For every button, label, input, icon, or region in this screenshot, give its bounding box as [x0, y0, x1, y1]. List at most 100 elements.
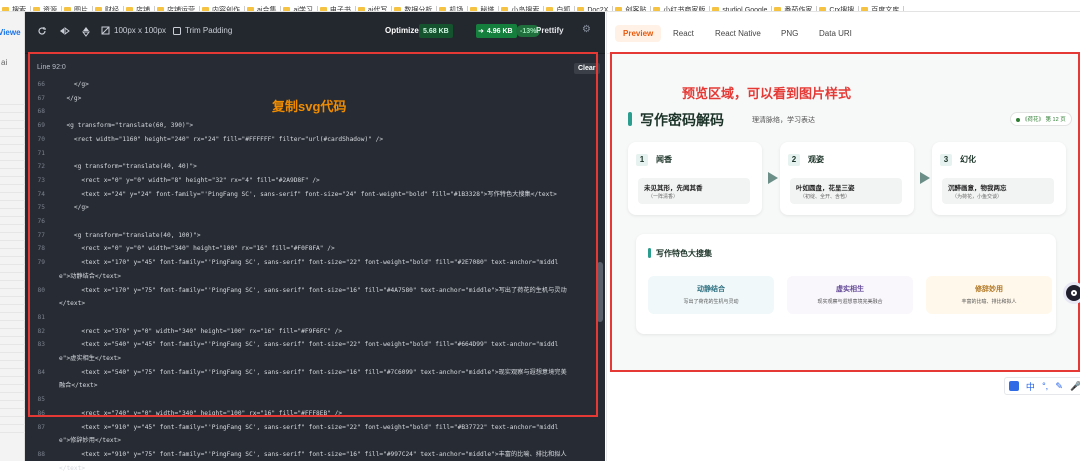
line-number: 73: [37, 176, 45, 184]
step-number: 1: [636, 154, 648, 166]
bookmark-label: 小红书商家版: [663, 7, 706, 12]
ime-button[interactable]: 🎤: [1070, 381, 1080, 392]
step-sub-text: （一阵清香）: [648, 194, 679, 200]
step-number: 2: [788, 154, 800, 166]
rotate-icon[interactable]: [37, 26, 47, 36]
bookmark-label: ai学习: [293, 7, 313, 12]
features-title: 写作特色大搜集: [656, 249, 712, 258]
line-number: 86: [37, 409, 45, 417]
code-line: 88 <text x="910" y="75" font-family="'Pi…: [25, 448, 595, 475]
output-tabs: Preview React React Native PNG Data URI: [607, 12, 1080, 54]
code-text: <rect x="0" y="0" width="8" height="32" …: [59, 176, 320, 184]
tab-preview[interactable]: Preview: [615, 25, 662, 42]
code-line: 66 </g>: [25, 78, 595, 92]
bookmark-item[interactable]: 小岛搜索: [499, 5, 545, 11]
bookmark-item[interactable]: 百度文库: [859, 5, 905, 12]
bookmark-item[interactable]: 资源: [31, 5, 62, 11]
step-title: 闻香: [656, 155, 672, 164]
bookmark-item[interactable]: 创客贴: [613, 5, 652, 11]
tab-png[interactable]: PNG: [773, 25, 806, 42]
code-line: 75 </g>: [25, 201, 595, 215]
bookmark-label: 秘塔: [480, 7, 495, 12]
step-main-text: 未见其形，先闻其香: [644, 185, 703, 192]
code-text: <text x="540" y="45" font-family="'PingF…: [59, 341, 559, 363]
bookmark-item[interactable]: ai代写: [356, 5, 393, 11]
step-title: 幻化: [960, 155, 976, 164]
size-control[interactable]: 100px x 100px: [101, 26, 166, 35]
line-number: 81: [37, 313, 45, 321]
assistant-float-button[interactable]: [1063, 282, 1080, 304]
line-number: 72: [37, 163, 45, 171]
bookmark-item[interactable]: Crx搜搜: [817, 5, 860, 11]
bookmark-label: 图片: [74, 7, 88, 12]
bookmark-item[interactable]: 财经: [93, 5, 124, 11]
editor-scrollbar[interactable]: [597, 262, 603, 322]
output-pane: Preview React React Native PNG Data URI 预览区域…: [606, 12, 1080, 461]
bookmark-item[interactable]: 机场: [437, 5, 469, 11]
tab-react[interactable]: React: [665, 25, 702, 42]
bookmark-item[interactable]: 小红书商家版: [651, 5, 711, 12]
code-text: <text x="170" y="45" font-family="'PingF…: [59, 259, 559, 280]
tab-data-uri[interactable]: Data URI: [811, 25, 860, 42]
bookmark-item[interactable]: 搜索: [0, 5, 31, 12]
bookmark-label: 白狐: [556, 7, 571, 12]
step-title: 观姿: [808, 155, 824, 164]
bookmark-item[interactable]: ai合集: [245, 5, 282, 12]
flip-vertical-icon[interactable]: [81, 26, 91, 37]
bookmark-item[interactable]: 店铺: [124, 5, 155, 11]
bookmark-item[interactable]: 内容创作: [200, 5, 245, 11]
bookmark-label: 百度文库: [871, 7, 900, 12]
line-number: 79: [37, 259, 45, 267]
copy-svg-annotation: 复制svg代码: [272, 99, 347, 114]
line-number: 71: [37, 149, 45, 157]
step-main-text: 沉醉画意，物我两忘: [948, 185, 1007, 192]
editor-toolbar: 100px x 100px Trim Padding Optimize 5.68…: [25, 12, 605, 54]
bookmark-item[interactable]: Doc2X: [575, 5, 614, 11]
clear-button[interactable]: Clear: [574, 63, 600, 74]
bookmark-item[interactable]: studio| Google: [710, 5, 773, 11]
feature-desc: 写出了荷花的生机与灵动: [683, 299, 739, 305]
assistant-icon: [1071, 290, 1077, 296]
line-number: 70: [37, 135, 45, 143]
line-number: 69: [37, 122, 45, 130]
bookmark-item[interactable]: 秘塔: [468, 5, 500, 12]
size-after-badge: ➜ 4.96 KB: [476, 24, 517, 38]
feature-card: 虚实相生 现实观察与遐想意境完美融合: [787, 276, 913, 314]
bookmark-label: ai合集: [257, 7, 277, 12]
flip-horizontal-icon[interactable]: [59, 26, 70, 36]
bookmark-item[interactable]: 电子书: [318, 5, 356, 11]
code-line: 77 <g transform="translate(40, 100)">: [25, 229, 595, 243]
trim-padding-toggle[interactable]: Trim Padding: [173, 26, 232, 35]
gear-icon[interactable]: ⚙: [582, 24, 591, 35]
line-number: 78: [37, 245, 45, 253]
ime-toolbar: 中 °, ✎ 🎤: [1004, 377, 1080, 395]
bookmark-item[interactable]: 店铺运营: [155, 5, 200, 11]
step-sub-text: （初绽、全开、含苞）: [800, 194, 851, 200]
bookmark-label: 搜索: [12, 7, 26, 12]
bookmark-item[interactable]: 白狐: [544, 5, 576, 12]
ime-logo-icon[interactable]: [1008, 381, 1019, 391]
code-text: <g transform="translate(40, 40)">: [59, 163, 197, 171]
bookmark-item[interactable]: 番茄作家: [772, 5, 818, 11]
bookmark-item[interactable]: 图片: [62, 5, 93, 12]
tab-react-native[interactable]: React Native: [707, 25, 769, 42]
bookmark-item[interactable]: 数据分析: [392, 5, 438, 11]
code-line: 81: [25, 311, 595, 325]
bookmark-item[interactable]: ai学习: [281, 5, 318, 12]
code-text: <text x="24" y="24" font-family="'PingFa…: [59, 190, 557, 198]
code-line: 82 <rect x="370" y="0" width="340" heigh…: [25, 325, 595, 339]
ime-button[interactable]: 中: [1026, 380, 1035, 393]
app-name-label: Viewe: [0, 28, 21, 37]
left-app-strip: Viewe ai: [0, 12, 25, 461]
code-line: 84 <text x="540" y="75" font-family="'Pi…: [25, 366, 595, 393]
prettify-button[interactable]: Prettify: [536, 26, 564, 35]
ime-button[interactable]: °,: [1042, 381, 1048, 391]
code-area[interactable]: 66 </g> 67 </g> 68 69 <g transform="transla…: [25, 78, 595, 475]
card-subtitle: 理清脉络，学习表达: [752, 117, 815, 124]
optimize-label[interactable]: Optimize: [385, 26, 419, 35]
line-number: 85: [37, 396, 45, 404]
ime-button[interactable]: ✎: [1055, 381, 1063, 392]
